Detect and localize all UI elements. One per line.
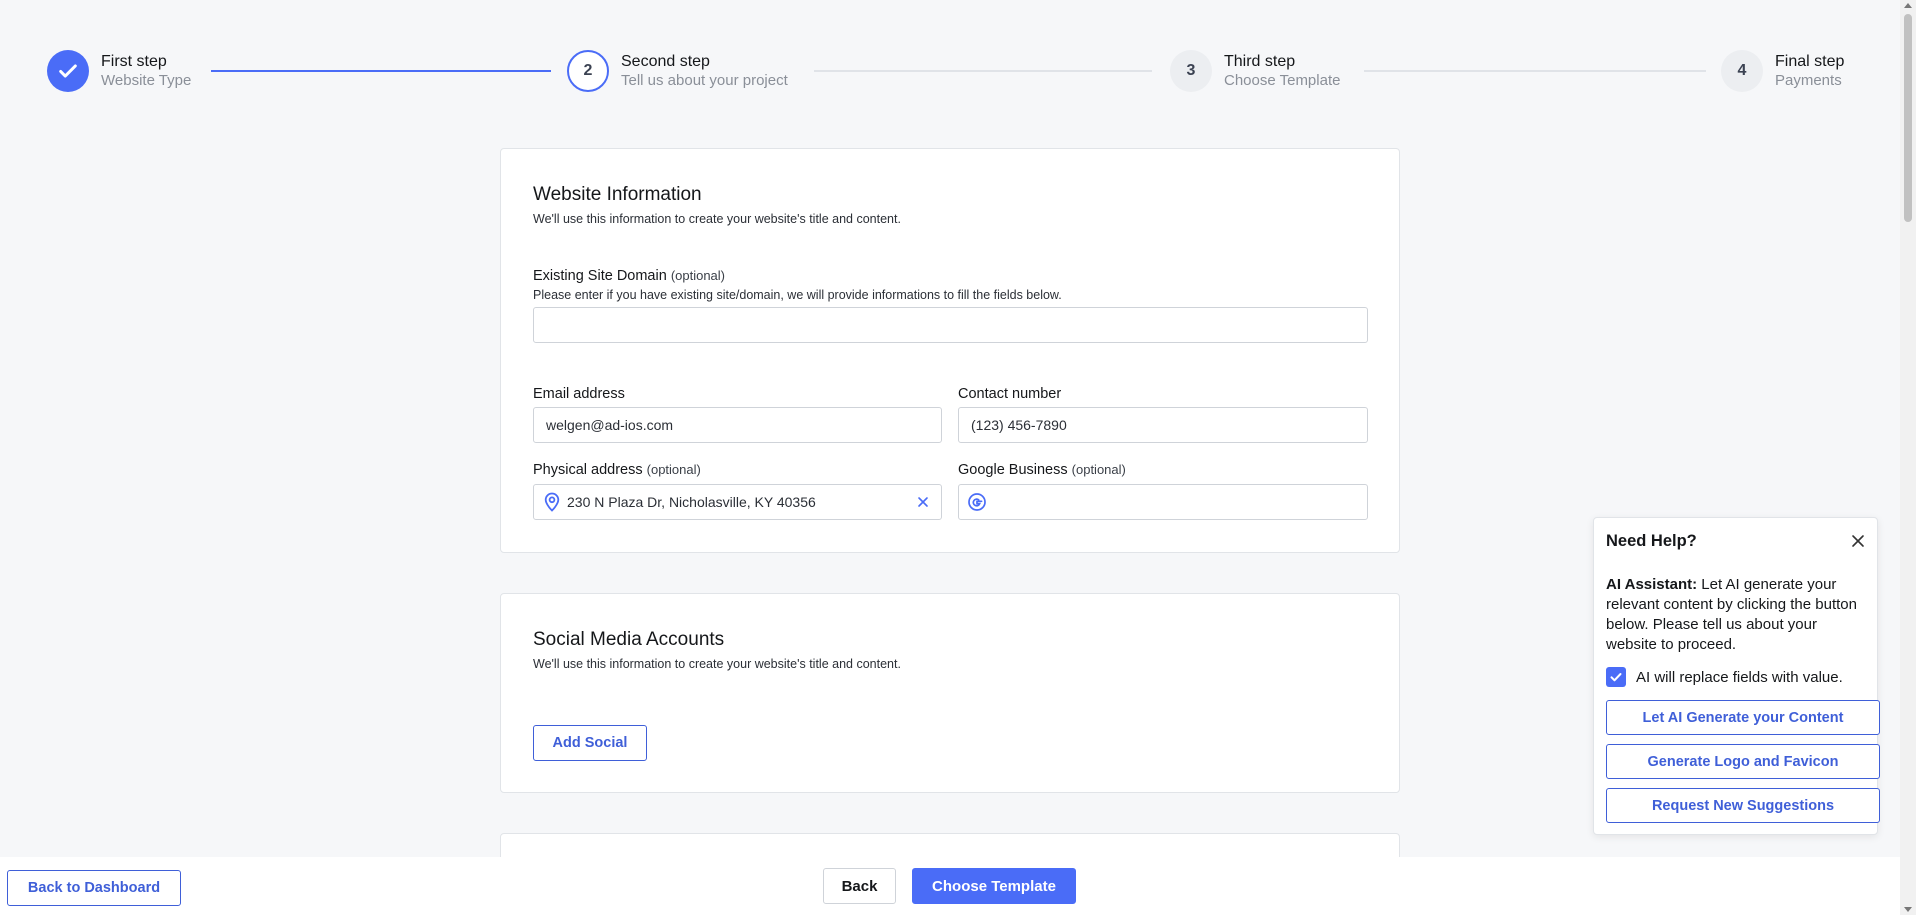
step-subtitle: Tell us about your project (621, 71, 788, 89)
checkbox-checked-icon[interactable] (1606, 667, 1626, 687)
back-button[interactable]: Back (823, 868, 896, 904)
check-icon (47, 50, 89, 92)
step-title: Second step (621, 52, 710, 70)
optional-tag: (optional) (646, 462, 701, 477)
stepper-connector-1 (211, 70, 551, 72)
clear-icon[interactable] (917, 496, 929, 508)
contact-field[interactable] (958, 407, 1368, 443)
email-label: Email address (533, 386, 625, 402)
domain-label: Existing Site Domain (optional) (533, 268, 1373, 284)
google-label-text: Google Business (958, 462, 1068, 478)
close-icon[interactable] (1849, 532, 1867, 550)
step-4[interactable]: 4 Final step Payments (1721, 50, 1844, 92)
domain-input[interactable] (534, 308, 1367, 342)
step-1[interactable]: First step Website Type (47, 50, 191, 92)
step-subtitle: Payments (1775, 71, 1842, 89)
request-suggestions-button[interactable]: Request New Suggestions (1606, 788, 1880, 823)
ai-assistant-description: AI Assistant: Let AI generate your relev… (1606, 575, 1868, 655)
step-2[interactable]: 2 Second step Tell us about your project (567, 50, 788, 92)
back-to-dashboard-button[interactable]: Back to Dashboard (7, 870, 181, 906)
address-label: Physical address (optional) (533, 462, 701, 478)
domain-field[interactable] (533, 307, 1368, 343)
checkbox-label: AI will replace fields with value. (1636, 668, 1843, 686)
scroll-down-icon[interactable] (1904, 907, 1912, 912)
social-media-card: Social Media Accounts We'll use this inf… (500, 593, 1400, 793)
step-number: 4 (1721, 50, 1763, 92)
help-panel-title: Need Help? (1606, 532, 1697, 550)
add-social-button[interactable]: Add Social (533, 725, 647, 761)
website-information-card: Website Information We'll use this infor… (500, 148, 1400, 553)
contact-label: Contact number (958, 386, 1062, 402)
progress-stepper: First step Website Type 2 Second step Te… (0, 47, 1890, 93)
need-help-panel: Need Help? AI Assistant: Let AI generate… (1593, 517, 1880, 835)
section-title: Website Information (533, 184, 702, 205)
domain-label-text: Existing Site Domain (533, 268, 667, 284)
step-subtitle: Website Type (101, 71, 192, 89)
section-description: We'll use this information to create you… (533, 657, 901, 671)
choose-template-button[interactable]: Choose Template (912, 868, 1076, 904)
google-business-input[interactable] (987, 485, 1367, 519)
section-description: We'll use this information to create you… (533, 212, 901, 226)
address-input[interactable] (561, 485, 941, 519)
scroll-thumb[interactable] (1904, 14, 1912, 222)
address-field[interactable] (533, 484, 942, 520)
google-business-field[interactable] (958, 484, 1368, 520)
ai-replace-checkbox-row[interactable]: AI will replace fields with value. (1606, 667, 1843, 687)
domain-help-text: Please enter if you have existing site/d… (533, 288, 1062, 302)
optional-tag: (optional) (670, 268, 726, 283)
footer-bar: Back to Dashboard Back Choose Template (0, 857, 1900, 915)
generate-logo-favicon-button[interactable]: Generate Logo and Favicon (1606, 744, 1880, 779)
location-pin-icon (543, 492, 561, 512)
email-field[interactable] (533, 407, 942, 443)
page-scrollbar[interactable] (1900, 0, 1916, 915)
step-title: First step (101, 52, 167, 70)
step-subtitle: Choose Template (1224, 71, 1341, 89)
stepper-connector-3 (1364, 70, 1706, 72)
email-input[interactable] (534, 408, 941, 442)
step-title: Final step (1775, 52, 1845, 70)
ai-generate-content-button[interactable]: Let AI Generate your Content (1606, 700, 1880, 735)
step-number: 2 (567, 50, 609, 92)
scroll-up-icon[interactable] (1904, 3, 1912, 8)
step-3[interactable]: 3 Third step Choose Template (1170, 50, 1340, 92)
contact-input[interactable] (959, 408, 1367, 442)
section-title: Social Media Accounts (533, 629, 725, 650)
stepper-connector-2 (814, 70, 1152, 72)
ai-assistant-label: AI Assistant: (1606, 576, 1698, 593)
step-title: Third step (1224, 52, 1296, 70)
address-label-text: Physical address (533, 462, 643, 478)
optional-tag: (optional) (1071, 462, 1126, 477)
google-icon (967, 492, 987, 512)
step-number: 3 (1170, 50, 1212, 92)
google-business-label: Google Business (optional) (958, 462, 1126, 478)
